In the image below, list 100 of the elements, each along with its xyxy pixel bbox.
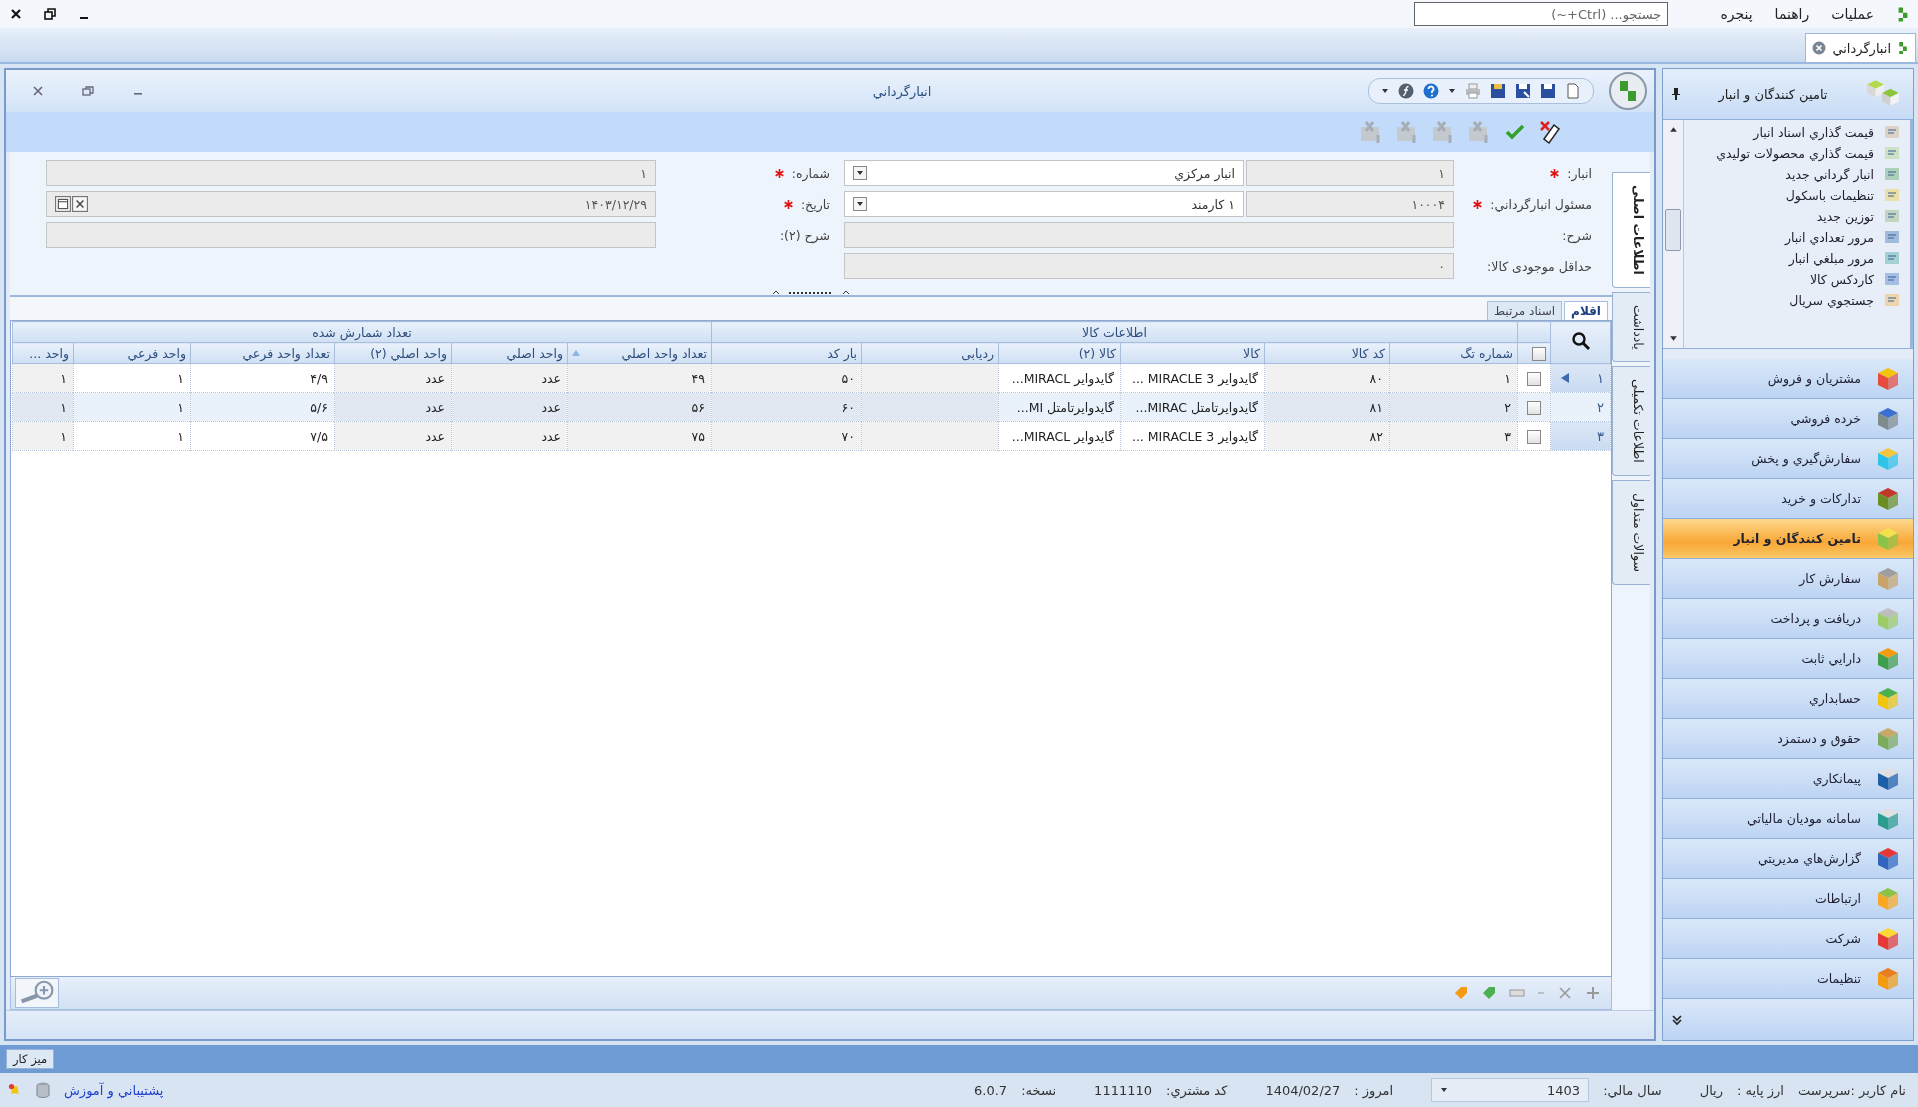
pin-icon[interactable] [1671, 87, 1681, 101]
module-button[interactable]: سفارش‌گيري و پخش [1663, 439, 1913, 479]
row-number: ۱ [1597, 370, 1604, 386]
scroll-thumb[interactable] [1665, 209, 1681, 251]
row-checkbox[interactable] [1527, 429, 1541, 444]
row-checkbox[interactable] [1527, 371, 1541, 386]
menu-item[interactable]: عملیات [1831, 6, 1874, 22]
module-button[interactable]: تدارکات و خريد [1663, 479, 1913, 519]
restore-icon[interactable] [44, 8, 56, 20]
task-link[interactable]: تنظيمات باسکول [1688, 187, 1900, 204]
module-button[interactable]: دريافت و پرداخت [1663, 599, 1913, 639]
scroll-up-icon[interactable] [1668, 125, 1678, 134]
database-icon[interactable] [36, 1082, 50, 1098]
detail-tab[interactable]: اسناد مرتبط [1486, 301, 1563, 320]
module-button[interactable]: شرکت [1663, 919, 1913, 959]
row-header[interactable]: ۳ [1550, 421, 1611, 451]
search-icon[interactable] [1570, 331, 1591, 351]
detail-tab[interactable]: اقلام [1564, 301, 1608, 320]
text-field[interactable] [46, 222, 656, 248]
module-button[interactable]: خرده فروشي [1663, 399, 1913, 439]
cube-icon [1875, 605, 1901, 632]
code-field[interactable]: ۱ [1246, 160, 1454, 186]
task-link[interactable]: انبار گرداني جديد [1688, 166, 1900, 183]
fiscal-year-dropdown[interactable]: 1403 [1431, 1078, 1590, 1102]
table-cell: ۵۰ [841, 370, 855, 386]
task-link[interactable]: توزين جديد [1688, 208, 1900, 225]
save-icon[interactable] [1540, 83, 1556, 99]
save-icon[interactable] [1490, 83, 1506, 99]
row-header[interactable]: ۲ [1550, 392, 1611, 422]
function-icon[interactable] [1398, 83, 1414, 99]
taskbar-button[interactable]: میز کار [6, 1049, 55, 1069]
task-link[interactable]: مرور مبلغي انبار [1688, 250, 1900, 267]
module-button[interactable]: پيمانکاري [1663, 759, 1913, 799]
module-button[interactable]: گزارش‌هاي مديريتي [1663, 839, 1913, 879]
task-link[interactable]: کاردکس کالا [1688, 271, 1900, 288]
module-button[interactable]: تنظيمات [1663, 959, 1913, 999]
caret-icon[interactable] [1381, 87, 1389, 95]
module-button[interactable]: ارتباطات [1663, 879, 1913, 919]
module-button[interactable]: سامانه موديان مالياتي [1663, 799, 1913, 839]
date-field[interactable]: ۱۴۰۳/۱۲/۲۹ [46, 191, 656, 217]
remove-icon[interactable] [1557, 985, 1573, 1001]
side-tab[interactable]: اطلاعات اصلی [1612, 172, 1650, 288]
code-field[interactable]: ۱۰۰۰۴ [1246, 191, 1454, 217]
module-button[interactable]: حقوق و دستمزد [1663, 719, 1913, 759]
close-icon[interactable] [10, 8, 22, 20]
side-tab[interactable]: سوالات متداول [1612, 480, 1650, 586]
caret-icon[interactable] [1448, 87, 1456, 95]
save-icon[interactable] [1515, 83, 1531, 99]
column-header[interactable]: ردیابی [961, 345, 994, 361]
menu-item[interactable]: راهنما [1774, 6, 1810, 22]
document-icon [1884, 187, 1900, 203]
side-tab[interactable]: یادداشت [1612, 291, 1650, 363]
menu-item[interactable]: پنجره [1720, 6, 1753, 22]
field-label: شرح: [1562, 227, 1592, 243]
caret-icon[interactable] [1440, 1086, 1449, 1094]
task-link[interactable]: مرور تعدادي انبار [1688, 229, 1900, 246]
module-button[interactable]: دارايي ثابت [1663, 639, 1913, 679]
cube-icon [1875, 485, 1901, 512]
text-field[interactable]: ۰ [844, 253, 1454, 279]
module-button[interactable]: تامين کنندگان و انبار [1663, 519, 1913, 559]
zoom-in-icon[interactable] [15, 978, 59, 1008]
table-cell: ۷۵ [691, 428, 705, 444]
tag-icon[interactable] [1481, 985, 1497, 1001]
table-cell: ۲ [1504, 399, 1511, 415]
expand-icon[interactable] [1671, 1013, 1683, 1026]
dropdown-icon[interactable] [853, 197, 867, 211]
side-tab[interactable]: اطلاعات تکمیلی [1612, 366, 1650, 477]
task-link[interactable]: قیمت گذاري اسناد انبار [1688, 124, 1900, 141]
dropdown-icon[interactable] [853, 166, 867, 180]
field-label: شرح (۲): [779, 227, 830, 243]
cube-icon [1875, 405, 1901, 432]
scroll-down-icon[interactable] [1668, 334, 1678, 343]
document-tab[interactable]: انبارگرداني [1805, 33, 1916, 62]
search-field[interactable]: جستجو... (Ctrl+~) [1414, 2, 1669, 26]
row-checkbox[interactable] [1527, 400, 1541, 415]
scrollbar[interactable] [1663, 120, 1684, 348]
text-field[interactable] [844, 222, 1454, 248]
module-button[interactable]: مشتريان و فروش [1663, 359, 1913, 399]
splitter-grip[interactable] [771, 288, 851, 295]
help-icon[interactable] [1423, 83, 1439, 99]
text-field[interactable]: ۱ [46, 160, 656, 186]
support-link[interactable]: پشتيباني و آموزش [64, 1082, 164, 1098]
lookup-field[interactable]: ۱ کارمند [844, 191, 1244, 217]
new-document-icon[interactable] [1565, 83, 1581, 99]
row-header[interactable]: ۱ [1550, 363, 1611, 393]
module-button[interactable]: حسابداري [1663, 679, 1913, 719]
module-button[interactable]: سفارش کار [1663, 559, 1913, 599]
task-link[interactable]: جستجوي سريال [1688, 292, 1900, 309]
field-label: شماره: [791, 165, 830, 181]
task-link[interactable]: قیمت گذاري محصولات توليدي [1688, 145, 1900, 162]
cube-icon [1875, 565, 1901, 592]
lookup-field[interactable]: انبار مرکزي [844, 160, 1244, 186]
column-header[interactable]: بار کد [827, 345, 857, 361]
column-header[interactable]: کالا [1243, 345, 1260, 361]
add-icon[interactable] [1585, 985, 1601, 1001]
print-icon[interactable] [1465, 83, 1481, 99]
calendar-icon[interactable] [55, 196, 71, 212]
clear-icon[interactable] [72, 196, 88, 212]
select-all-checkbox[interactable] [1532, 346, 1546, 361]
column-header[interactable]: کد کالا [1351, 345, 1385, 361]
